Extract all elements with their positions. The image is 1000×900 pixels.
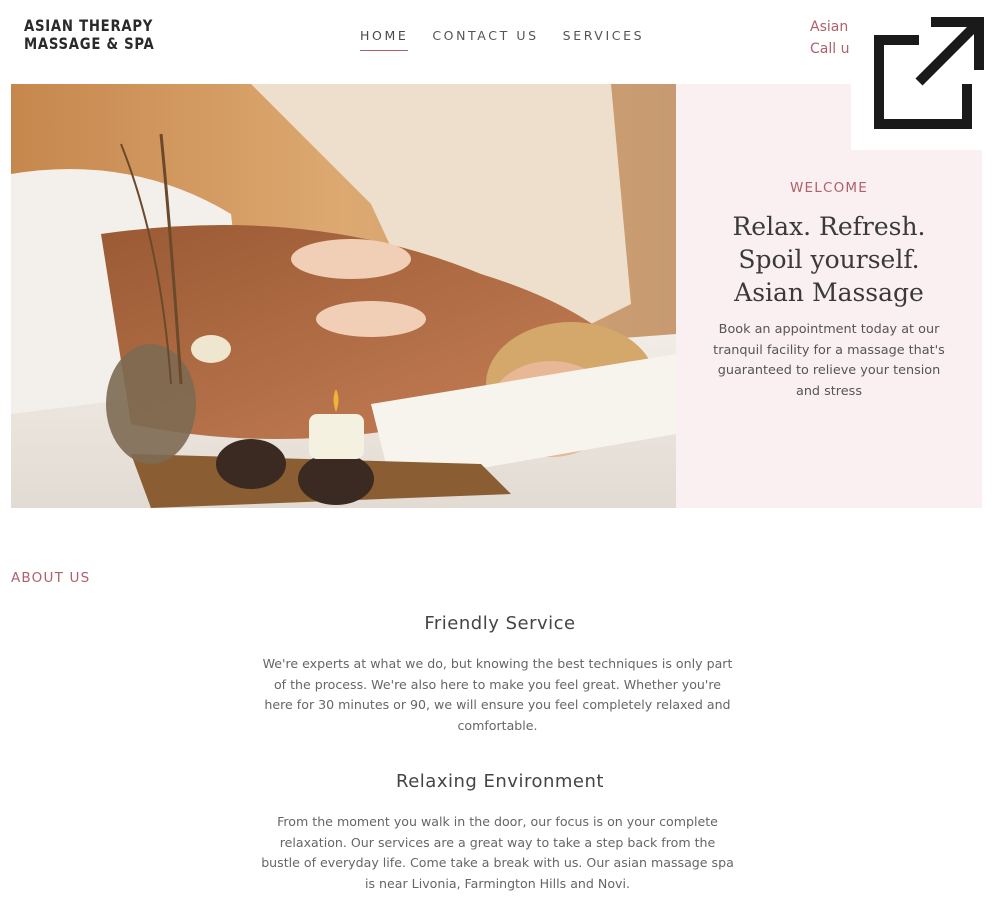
hero-title-line-3: Asian Massage (734, 278, 924, 307)
logo-line-2: MASSAGE & SPA (24, 34, 155, 53)
site-header: ASIAN THERAPY MASSAGE & SPA HOME CONTACT… (0, 0, 1000, 84)
section-text-friendly-service: We're experts at what we do, but knowing… (262, 656, 733, 733)
massage-photo (11, 84, 676, 508)
logo-line-1: ASIAN THERAPY (24, 16, 154, 35)
section-text-relaxing-environment: From the moment you walk in the door, ou… (261, 814, 734, 891)
hero-description: Book an appointment today at our tranqui… (713, 322, 945, 399)
site-logo[interactable]: ASIAN THERAPY MASSAGE & SPA (24, 17, 154, 53)
about-us-label: ABOUT US (11, 570, 91, 586)
header-info-line-1: Asian (810, 19, 849, 35)
hero-title-line-1: Relax. Refresh. (732, 212, 926, 241)
header-info-line-2[interactable]: Call u (810, 38, 849, 60)
nav-home[interactable]: HOME (360, 28, 409, 51)
header-contact-info: Asian Call u (810, 16, 849, 60)
main-nav: HOME CONTACT US SERVICES (360, 28, 668, 51)
external-link-button[interactable] (851, 0, 1000, 150)
section-title-relaxing-environment: Relaxing Environment (396, 771, 604, 792)
section-title-friendly-service: Friendly Service (424, 613, 576, 634)
nav-contact-us[interactable]: CONTACT US (432, 28, 538, 51)
hero-title-line-2: Spoil yourself. (738, 245, 920, 274)
external-link-icon (874, 17, 984, 129)
hero-image (11, 84, 676, 508)
hero-eyebrow: WELCOME (789, 180, 869, 196)
hero-title: Relax. Refresh. Spoil yourself. Asian Ma… (676, 210, 982, 309)
nav-services[interactable]: SERVICES (563, 28, 644, 51)
